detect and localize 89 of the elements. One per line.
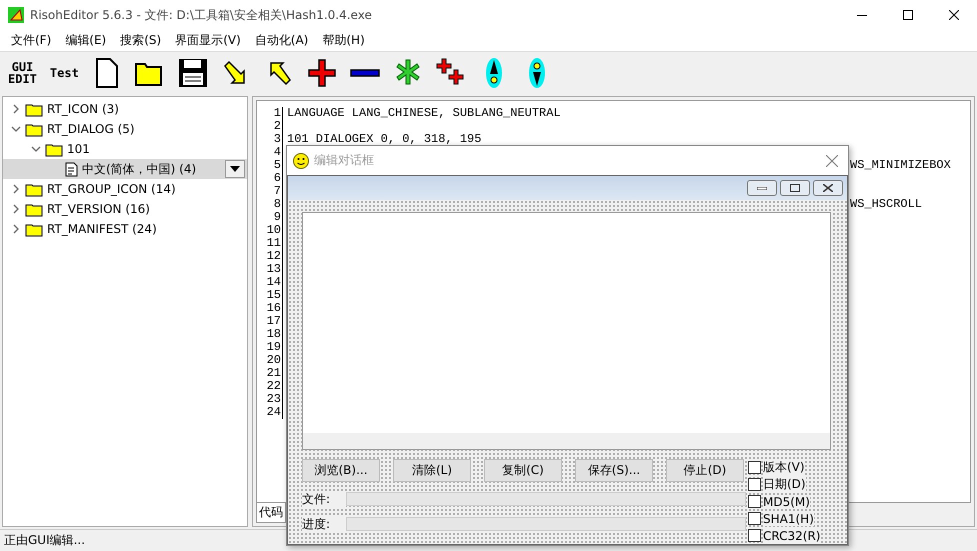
tree-item-selected[interactable]: 中文(简体，中国) (4)	[3, 159, 247, 179]
minus-icon	[350, 69, 380, 77]
close-icon[interactable]	[826, 154, 838, 166]
maximize-icon	[790, 184, 800, 192]
line-number: 3	[257, 133, 283, 146]
code-line: WS_HSCROLL	[849, 198, 922, 211]
line-number: 16	[257, 302, 283, 315]
line-number: 20	[257, 354, 283, 367]
checkbox[interactable]	[748, 478, 761, 491]
toolbar-button[interactable]: Test	[48, 67, 81, 79]
line-number: 17	[257, 315, 283, 328]
line-number: 11	[257, 237, 283, 250]
menu-item[interactable]: 搜索(S)	[113, 32, 168, 49]
line-number: 9	[257, 211, 283, 224]
line-number: 6	[257, 172, 283, 185]
tree-item-label[interactable]: 101	[67, 142, 90, 156]
maximize-button[interactable]	[780, 180, 810, 196]
line-number: 1	[257, 107, 283, 120]
checkbox-label[interactable]: 日期(D)	[763, 476, 806, 493]
menu-item[interactable]: 界面显示(V)	[168, 32, 248, 49]
folder-icon	[25, 122, 43, 136]
line-number: 14	[257, 276, 283, 289]
line-number: 21	[257, 367, 283, 380]
line-number: 18	[257, 328, 283, 341]
code-line: LANGUAGE LANG_CHINESE, SUBLANG_NEUTRAL	[286, 107, 561, 120]
checkbox-label[interactable]: 版本(V)	[763, 459, 805, 476]
line-number: 12	[257, 250, 283, 263]
dialog-title: 编辑对话框	[314, 152, 374, 169]
line-number: 2	[257, 120, 283, 133]
line-number: 22	[257, 380, 283, 393]
line-number: 24	[257, 406, 283, 419]
toolbar-button[interactable]: GUI EDIT	[6, 61, 39, 85]
checkbox[interactable]	[748, 495, 761, 508]
folder-icon	[45, 142, 63, 156]
checkbox[interactable]	[748, 529, 761, 542]
minimize-icon	[857, 14, 867, 16]
dialog-button[interactable]: 停止(D)	[666, 459, 744, 482]
folder-icon	[25, 102, 43, 116]
dialog-button[interactable]: 复制(C)	[484, 459, 562, 482]
status-text: 正由GUI编辑...	[4, 532, 86, 549]
chevron-right-icon[interactable]	[11, 104, 21, 114]
tree-item-label[interactable]: RT_ICON (3)	[47, 102, 119, 116]
minimize-icon	[757, 186, 767, 190]
folder-icon	[25, 182, 43, 196]
code-line: WS_MINIMIZEBOX	[849, 159, 951, 172]
dialog-button[interactable]: 清除(L)	[393, 459, 471, 482]
line-number: 8	[257, 198, 283, 211]
line-number: 5	[257, 159, 283, 172]
tree-item-label[interactable]: RT_DIALOG (5)	[47, 122, 135, 136]
folder-icon	[25, 222, 43, 236]
code-tab[interactable]: 代码	[256, 503, 286, 523]
document-icon	[65, 162, 78, 176]
line-number: 4	[257, 146, 283, 159]
menu-item[interactable]: 帮助(H)	[315, 32, 372, 49]
dropdown-button[interactable]	[225, 160, 245, 178]
tree-item-label[interactable]: 中文(简体，中国) (4)	[82, 160, 196, 178]
maximize-icon	[903, 10, 913, 20]
tree-item-label[interactable]: RT_VERSION (16)	[47, 202, 150, 216]
field-label: 进度:	[302, 516, 346, 532]
minimize-button[interactable]	[747, 180, 777, 196]
field-label: 文件:	[302, 490, 346, 508]
caret-icon	[230, 166, 240, 172]
checkbox[interactable]	[748, 512, 761, 525]
folder-icon	[25, 202, 43, 216]
line-number: 10	[257, 224, 283, 237]
tree-item-label[interactable]: RT_GROUP_ICON (14)	[47, 182, 176, 196]
checkbox-label[interactable]: SHA1(H)	[763, 512, 814, 526]
line-number: 23	[257, 393, 283, 406]
dialog-button[interactable]: 保存(S)...	[575, 459, 653, 482]
close-icon	[949, 10, 959, 20]
line-number: 15	[257, 289, 283, 302]
close-icon	[823, 184, 833, 192]
menu-item[interactable]: 文件(F)	[4, 32, 58, 49]
app-logo-icon	[8, 7, 24, 23]
close-button[interactable]	[813, 180, 843, 196]
menu-item[interactable]: 编辑(E)	[58, 32, 114, 49]
menu-item[interactable]: 自动化(A)	[248, 32, 316, 49]
checkbox-label[interactable]: MD5(M)	[763, 494, 810, 508]
checkbox-label[interactable]: CRC32(R)	[763, 528, 820, 542]
checkbox[interactable]	[748, 461, 761, 474]
tree-item-label[interactable]: RT_MANIFEST (24)	[47, 222, 157, 236]
smiley-icon	[293, 152, 309, 168]
window-title: RisohEditor 5.6.3 - 文件: D:\工具箱\安全相关\Hash1.0.4.exe	[30, 6, 372, 24]
line-number: 13	[257, 263, 283, 276]
horizontal-scrollbar[interactable]	[303, 433, 830, 449]
line-number: 19	[257, 341, 283, 354]
dialog-button[interactable]: 浏览(B)...	[302, 459, 380, 482]
line-number: 7	[257, 185, 283, 198]
code-line: 101 DIALOGEX 0, 0, 318, 195	[286, 133, 482, 146]
